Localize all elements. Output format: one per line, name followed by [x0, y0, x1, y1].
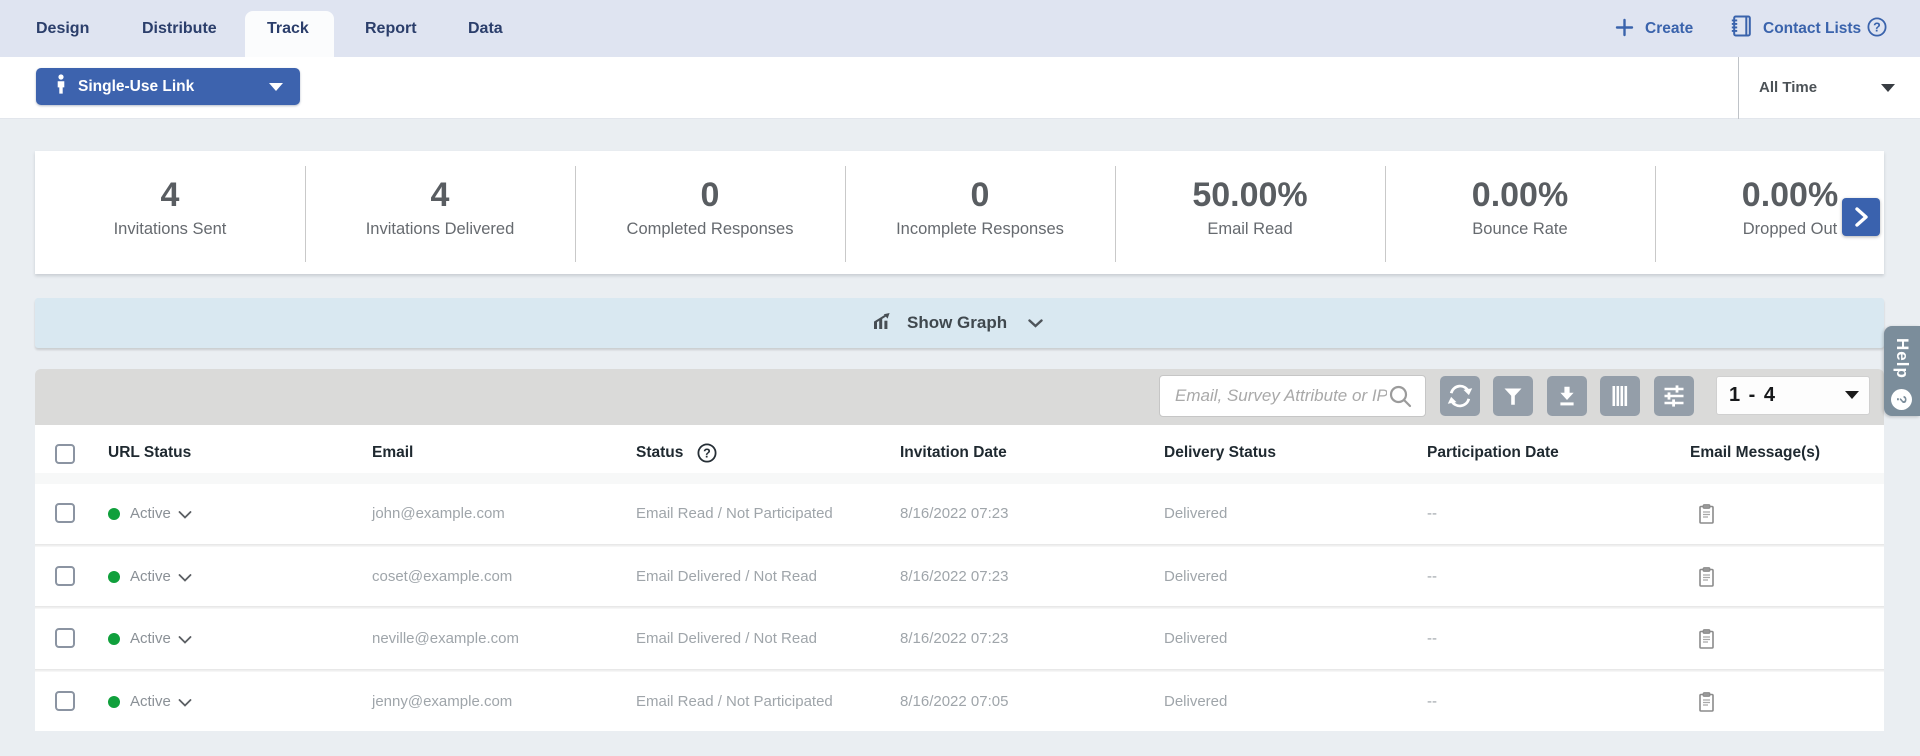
svg-text:?: ?: [703, 446, 711, 460]
svg-text:?: ?: [1873, 20, 1881, 34]
